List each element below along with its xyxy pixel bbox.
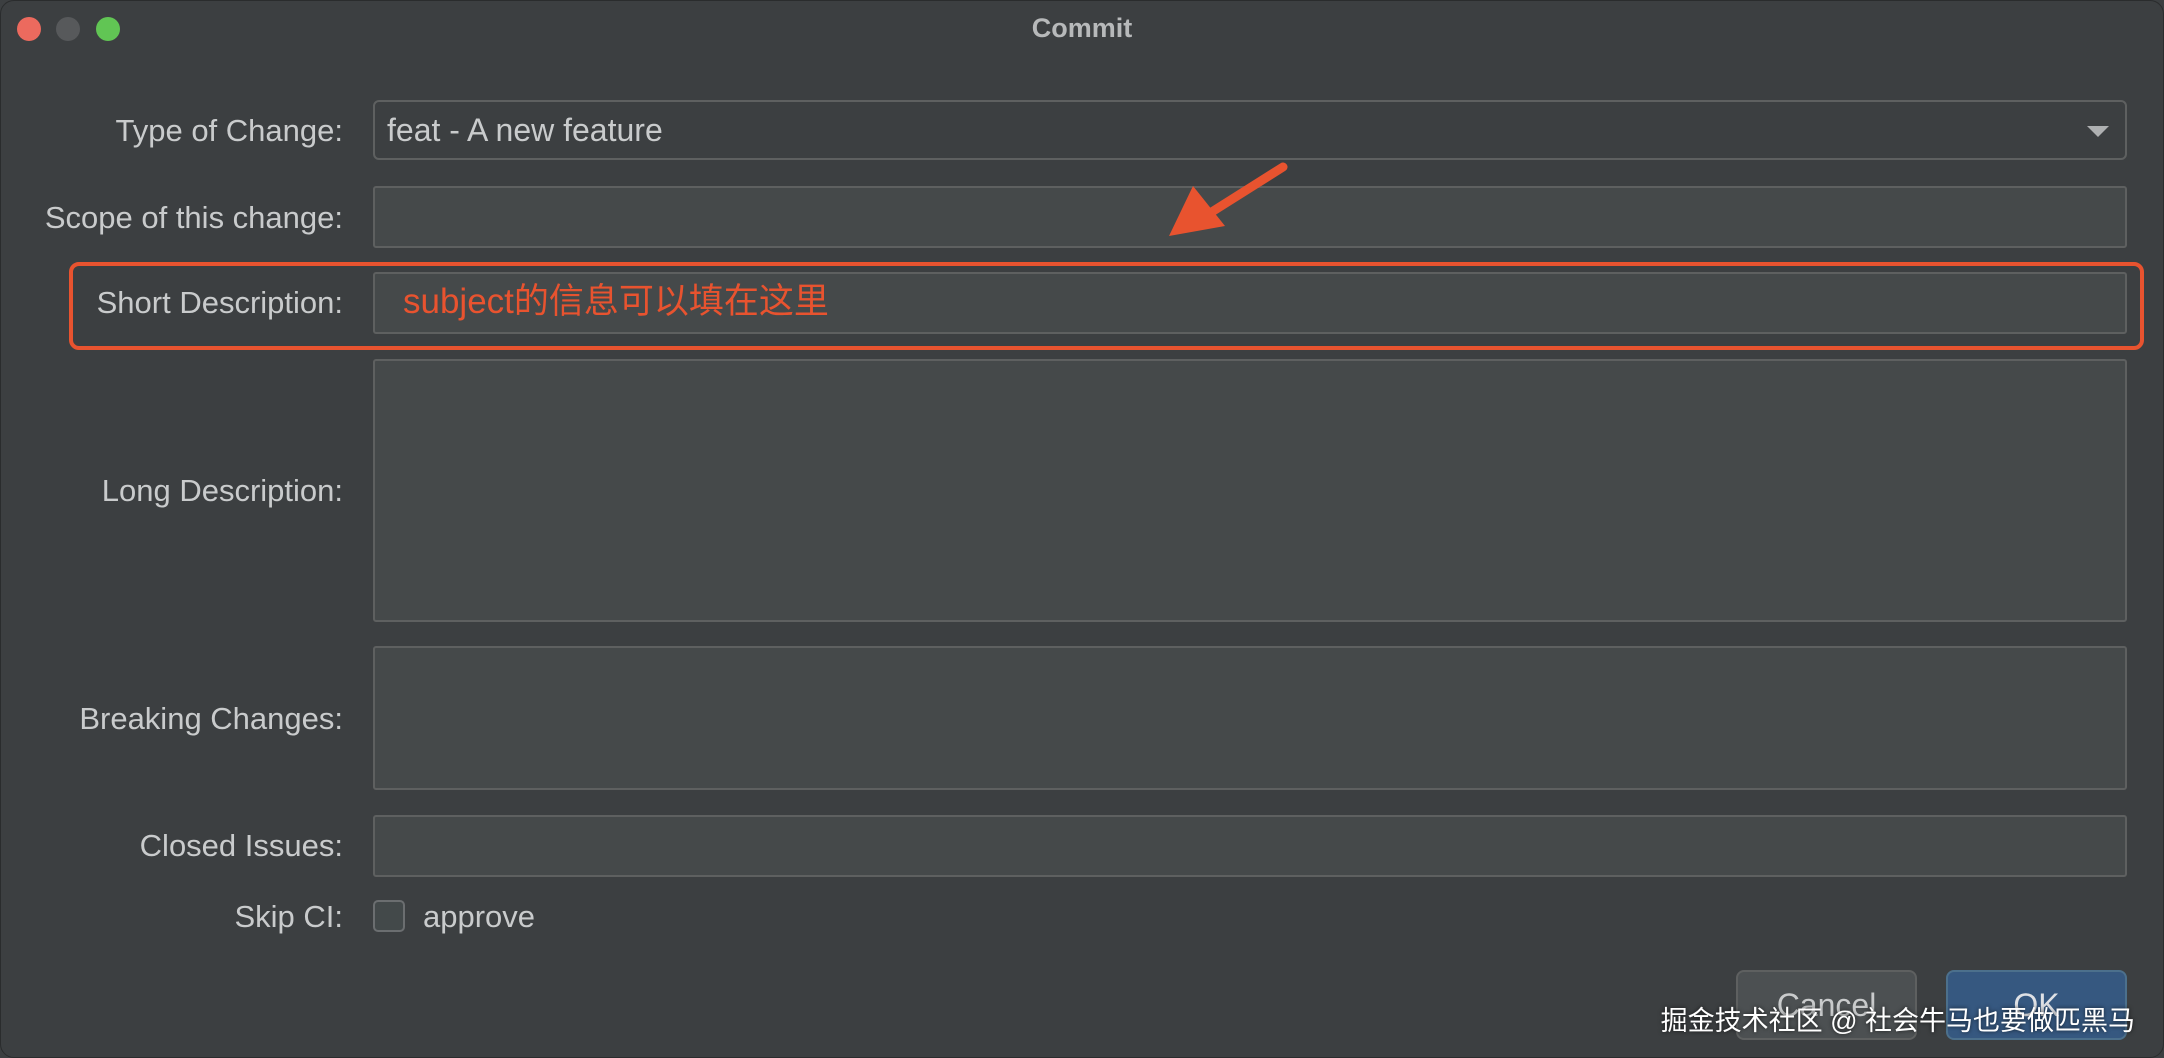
skip-ci-label: Skip CI: bbox=[234, 899, 343, 934]
long-description-label: Long Description: bbox=[101, 473, 343, 508]
long-description-textarea[interactable] bbox=[373, 359, 2127, 622]
short-description-input[interactable]: subject的信息可以填在这里 bbox=[373, 272, 2127, 334]
skip-ci-checkbox[interactable] bbox=[373, 900, 405, 932]
closed-issues-label: Closed Issues: bbox=[139, 828, 343, 863]
annotation-arrow-icon bbox=[1169, 162, 1288, 236]
skip-ci-checkbox-label[interactable]: approve bbox=[423, 899, 535, 935]
commit-dialog: Commit Type of Change: feat - A new feat… bbox=[0, 0, 2164, 1058]
title-bar: Commit bbox=[1, 1, 2163, 57]
type-of-change-label: Type of Change: bbox=[115, 113, 344, 148]
scope-label: Scope of this change: bbox=[44, 200, 343, 235]
short-description-label: Short Description: bbox=[96, 285, 343, 320]
closed-issues-input[interactable] bbox=[373, 815, 2127, 877]
type-of-change-select[interactable]: feat - A new feature bbox=[373, 100, 2127, 160]
chevron-down-icon[interactable] bbox=[2087, 126, 2109, 137]
annotation-text: subject的信息可以填在这里 bbox=[403, 282, 829, 321]
watermark: 掘金技术社区 @ 社会牛马也要做匹黑马 bbox=[1660, 1006, 2135, 1036]
breaking-changes-label: Breaking Changes: bbox=[79, 701, 343, 736]
type-of-change-value: feat - A new feature bbox=[387, 112, 663, 148]
breaking-changes-textarea[interactable] bbox=[373, 646, 2127, 790]
window-title: Commit bbox=[1031, 13, 1133, 43]
